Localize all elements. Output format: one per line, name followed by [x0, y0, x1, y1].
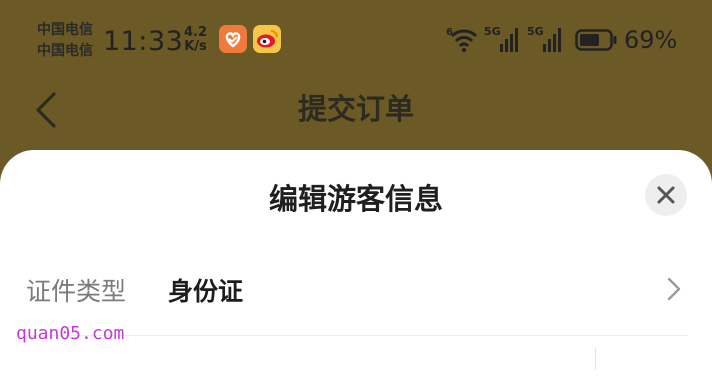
battery-percent: 69%: [624, 26, 678, 54]
sim1-label: 5G: [484, 25, 501, 38]
health-app-icon: [219, 25, 247, 53]
id-type-chevron[interactable]: [662, 274, 686, 304]
network-speed: 4.2 K/s: [184, 26, 207, 54]
cellular-signal-1-icon: 5G: [484, 24, 522, 56]
watermark: quan05.com: [16, 323, 125, 344]
field-separator: [595, 348, 596, 370]
network-speed-unit: K/s: [184, 39, 207, 54]
status-bar: 中国电信 中国电信 11:33 4.2 K/s 6 5G 5G 69%: [0, 0, 712, 80]
id-type-label: 证件类型: [26, 277, 127, 306]
id-type-value[interactable]: 身份证: [168, 272, 243, 308]
carrier-1: 中国电信: [37, 22, 93, 38]
sim2-label: 5G: [527, 25, 544, 38]
page-title: 提交订单: [297, 92, 414, 126]
wifi-icon: 6: [446, 24, 482, 56]
battery-icon: [575, 29, 617, 51]
battery-level-fill: [580, 34, 599, 46]
row-divider: [26, 335, 688, 336]
carrier-names: 中国电信 中国电信: [37, 20, 93, 62]
chevron-right-icon: [667, 277, 681, 301]
close-button[interactable]: [645, 174, 687, 216]
carrier-2: 中国电信: [37, 43, 93, 59]
wifi-label: 6: [446, 27, 453, 38]
weibo-app-icon: [253, 25, 281, 53]
sheet-title: 编辑游客信息: [268, 182, 443, 216]
network-speed-value: 4.2: [184, 25, 208, 40]
close-icon: [657, 186, 675, 204]
cellular-signal-2-icon: 5G: [527, 24, 565, 56]
clock: 11:33: [103, 26, 184, 57]
